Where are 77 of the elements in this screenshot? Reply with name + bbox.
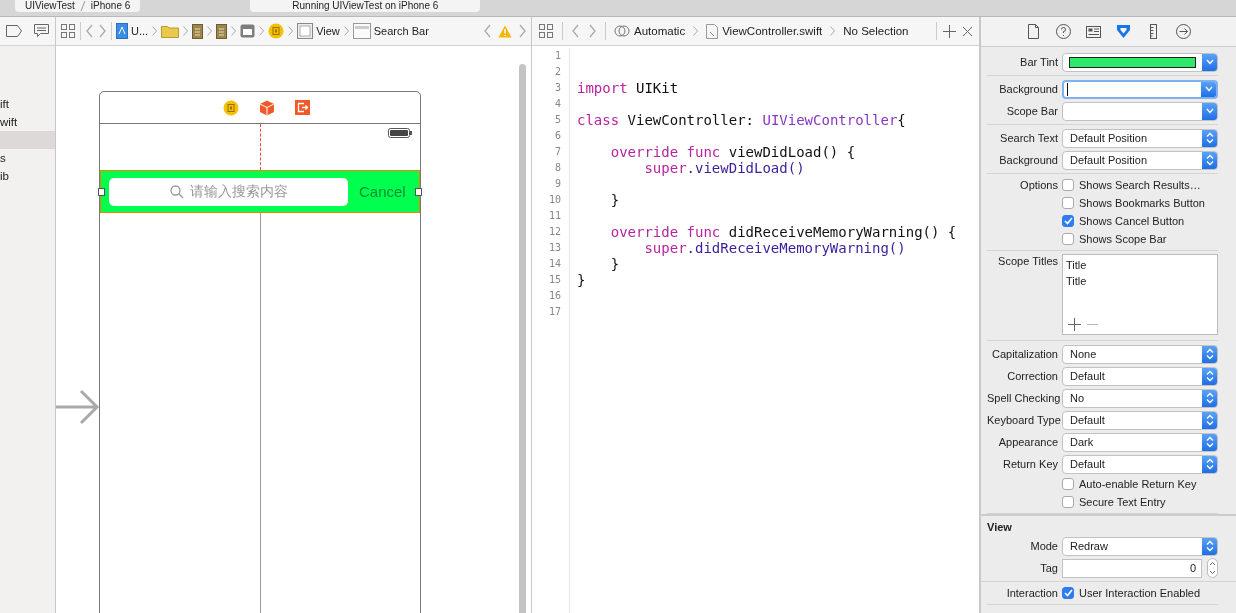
field-label: Return Key [1002,458,1058,470]
checkbox-label: Shows Search Results… [1079,179,1201,191]
section-title: View [987,520,1013,535]
number-field[interactable]: 0 [1062,558,1202,578]
dropdown[interactable]: Default [1062,454,1218,474]
line-number: 13 [547,241,561,255]
list-item[interactable]: Title [1066,257,1214,273]
breadcrumb-item[interactable]: View [316,25,340,37]
checkbox-label: Shows Scope Bar [1079,233,1167,245]
code-line: } [577,272,586,288]
list-item[interactable]: Title [1066,273,1214,289]
dropdown[interactable]: Default Position [1062,128,1218,148]
field-label: Scope Titles [998,255,1058,267]
code-line: super.didReceiveMemoryWarning() [643,240,906,256]
code-line: override func viewDidLoad() { [609,144,856,160]
field-label: Search Text [1000,132,1058,144]
file-row[interactable]: wift [0,113,55,131]
dropdown[interactable]: Default Position [1062,150,1218,170]
line-number: 9 [553,177,561,191]
file-row[interactable]: s [0,149,55,167]
dropdown[interactable]: No [1062,388,1218,408]
dropdown[interactable]: Default [1062,410,1218,430]
breadcrumb-item[interactable]: Automatic [634,25,686,37]
device-name: iPhone 6 [90,0,131,12]
field-label: Spell Checking [987,392,1061,404]
field-label: Keyboard Type [987,414,1061,426]
code-line: override func didReceiveMemoryWarning() { [609,224,957,240]
code-line: } [609,256,620,272]
code-line: import UIKit [577,80,679,96]
line-number: 5 [553,113,561,127]
checkbox-label: Shows Cancel Button [1079,215,1185,227]
scheme-name: UIViewTest [25,0,75,12]
field-label: Capitalization [991,348,1058,360]
line-number: 1 [553,49,561,63]
checkbox-label: Secure Text Entry [1079,496,1166,508]
breadcrumb-item[interactable]: No Selection [843,25,909,37]
field-label: Scope Bar [1006,105,1058,117]
field-label: Tag [1040,562,1058,574]
line-number: 11 [547,209,561,223]
code-line: super.viewDidLoad() [643,160,805,176]
activity-status: Running UIViewTest on iPhone 6 [250,0,481,12]
field-label: Mode [1030,540,1058,552]
line-number: 3 [553,81,561,95]
breadcrumb-item[interactable]: Search Bar [373,25,429,37]
field-label: Appearance [998,436,1058,448]
line-number: 16 [547,289,561,303]
file-row[interactable]: ift [0,95,55,113]
checkbox-label: Auto-enable Return Key [1079,478,1197,490]
line-number: 4 [553,97,561,111]
checkbox-label: Shows Bookmarks Button [1079,197,1205,209]
dropdown[interactable]: None [1062,344,1218,364]
dropdown[interactable]: Dark [1062,432,1218,452]
line-number: 15 [547,273,561,287]
scheme-selector[interactable]: UIViewTest iPhone 6 [15,0,141,12]
line-number: 10 [547,193,561,207]
breadcrumb-item[interactable]: ViewController.swift [722,25,823,37]
line-number: 6 [553,129,561,143]
placeholder-text: 请输入搜索内容 [189,182,288,201]
file-row[interactable]: ib [0,167,55,185]
line-number: 8 [553,161,561,175]
dropdown[interactable]: Default [1062,366,1218,386]
dropdown[interactable]: Redraw [1062,536,1218,556]
line-number: 14 [547,257,561,271]
field-label: Options [1020,179,1058,191]
checkbox-label: User Interaction Enabled [1079,587,1201,599]
field-label: Correction [1007,370,1058,382]
breadcrumb-item[interactable]: U... [131,25,149,37]
line-number: 17 [547,305,561,319]
field-label: Bar Tint [1020,56,1058,68]
line-number: 2 [553,65,561,79]
line-number: 12 [547,225,561,239]
code-line: class ViewController: UIViewController{ [577,112,906,128]
code-line: } [609,192,620,208]
line-number: 7 [553,145,561,159]
field-label: Interaction [1006,587,1058,599]
field-label: Background [999,83,1058,95]
field-label: Background [999,154,1058,166]
